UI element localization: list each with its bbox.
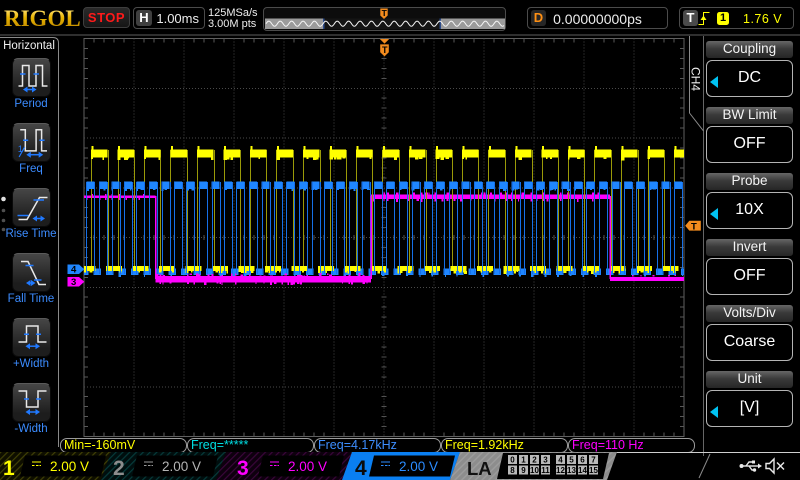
svg-text:2.00 V: 2.00 V [399, 459, 438, 474]
svg-text:9: 9 [521, 466, 526, 475]
svg-text:1: 1 [3, 457, 15, 480]
svg-text:2.00 V: 2.00 V [288, 459, 327, 474]
svg-text:7: 7 [591, 455, 596, 464]
svg-text:12: 12 [556, 466, 565, 475]
svg-text:LA: LA [467, 458, 492, 479]
svg-text:8: 8 [510, 466, 515, 475]
svg-text:2: 2 [532, 455, 537, 464]
svg-text:T: T [382, 8, 388, 18]
svg-text:14: 14 [578, 466, 587, 475]
svg-text:3: 3 [543, 455, 548, 464]
svg-text:2: 2 [113, 457, 125, 480]
svg-text:1: 1 [521, 455, 526, 464]
svg-text:2.00 V: 2.00 V [50, 459, 89, 474]
svg-text:4: 4 [355, 457, 367, 480]
svg-text:5: 5 [569, 455, 574, 464]
svg-text:13: 13 [567, 466, 576, 475]
svg-text:6: 6 [580, 455, 585, 464]
svg-text:15: 15 [589, 466, 598, 475]
svg-text:2.00 V: 2.00 V [162, 459, 201, 474]
svg-text:10: 10 [530, 466, 539, 475]
svg-text:1: 1 [18, 144, 23, 155]
svg-text:11: 11 [541, 466, 550, 475]
svg-text:3: 3 [237, 457, 249, 480]
svg-text:4: 4 [558, 455, 563, 464]
svg-text:0: 0 [510, 455, 515, 464]
